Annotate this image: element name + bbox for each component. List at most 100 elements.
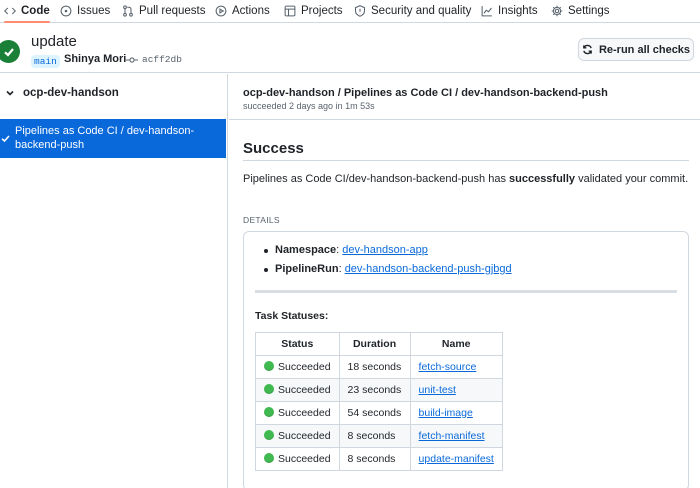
name-cell: fetch-source: [409, 355, 503, 379]
tab-label: Security and quality: [371, 5, 472, 17]
result-title: Success: [243, 140, 304, 157]
graph-icon: [481, 6, 492, 17]
result-summary: Pipelines as Code CI/dev-handson-backend…: [243, 173, 688, 185]
status-text: Succeeded: [278, 361, 331, 373]
tab-projects[interactable]: Projects: [284, 0, 343, 22]
rerun-label: Re-run all checks: [598, 43, 691, 56]
issue-opened-icon: [60, 5, 72, 17]
task-link[interactable]: unit-test: [419, 384, 456, 396]
duration-cell: 23 seconds: [338, 378, 411, 402]
table-row: Succeeded 54 seconds build-image: [255, 401, 503, 425]
pipelinerun-label: PipelineRun: [275, 263, 339, 275]
details-heading: DETAILS: [243, 215, 280, 225]
success-dot-icon: [264, 361, 274, 371]
column-header-duration: Duration: [338, 332, 411, 356]
namespace-link[interactable]: dev-handson-app: [342, 244, 428, 256]
tab-pull-requests[interactable]: Pull requests: [122, 0, 205, 22]
tab-actions[interactable]: Actions: [215, 0, 270, 22]
shield-icon: [354, 5, 366, 17]
name-cell: update-manifest: [409, 447, 503, 471]
check-run-path: ocp-dev-handson / Pipelines as Code CI /…: [243, 87, 608, 99]
branch-badge[interactable]: main: [31, 55, 60, 68]
duration-cell: 8 seconds: [338, 424, 411, 448]
status-text: Succeeded: [278, 430, 331, 442]
status-cell: Succeeded: [255, 378, 340, 402]
repo-nav: Code Issues Pull requests Actions Projec…: [0, 0, 700, 23]
divider: [255, 290, 677, 293]
table-row: Succeeded 8 seconds fetch-manifest: [255, 424, 503, 448]
tab-insights[interactable]: Insights: [481, 0, 538, 22]
check-run-detail: ocp-dev-handson / Pipelines as Code CI /…: [229, 74, 700, 488]
commit-title[interactable]: update: [31, 33, 77, 50]
tab-label: Pull requests: [139, 5, 206, 17]
success-dot-icon: [264, 407, 274, 417]
namespace-label: Namespace: [275, 244, 337, 256]
sidebar-check-run-selected[interactable]: Pipelines as Code CI / dev-handson-backe…: [0, 119, 226, 158]
commit-sha[interactable]: acff2db: [126, 54, 182, 65]
pipelinerun-link[interactable]: dev-handson-backend-push-gjbgd: [345, 263, 512, 275]
status-success-icon: [0, 40, 20, 63]
list-item: PipelineRun: dev-handson-backend-push-gj…: [261, 260, 512, 279]
name-cell: build-image: [409, 401, 503, 425]
tab-label: Projects: [301, 5, 343, 17]
duration-cell: 18 seconds: [338, 355, 411, 379]
status-cell: Succeeded: [255, 355, 340, 379]
name-cell: fetch-manifest: [409, 424, 503, 448]
status-cell: Succeeded: [255, 424, 340, 448]
tab-label: Actions: [232, 5, 270, 17]
code-icon: [4, 7, 16, 15]
table-header-row: Status Duration Name: [255, 332, 503, 356]
gear-icon: [551, 5, 563, 17]
task-link[interactable]: build-image: [419, 407, 473, 419]
rerun-all-checks-button[interactable]: Re-run all checks: [578, 38, 694, 61]
commit-sha-text: acff2db: [142, 54, 182, 65]
table-row: Succeeded 8 seconds update-manifest: [255, 447, 503, 471]
task-link[interactable]: fetch-source: [419, 361, 477, 373]
summary-bold: successfully: [509, 173, 576, 185]
success-dot-icon: [264, 453, 274, 463]
summary-prefix: Pipelines as Code CI/dev-handson-backend…: [243, 173, 509, 185]
tab-settings[interactable]: Settings: [551, 0, 610, 22]
task-link[interactable]: fetch-manifest: [419, 430, 485, 442]
chevron-down-icon: [6, 90, 14, 96]
tab-label: Code: [21, 5, 50, 17]
divider: [229, 119, 700, 120]
git-pull-request-icon: [123, 5, 133, 17]
task-link[interactable]: update-manifest: [419, 453, 494, 465]
check-run-header: update main Shinya Mori acff2db Re-run a…: [0, 23, 700, 73]
check-run-label: Pipelines as Code CI / dev-handson-backe…: [15, 125, 195, 151]
status-cell: Succeeded: [255, 447, 340, 471]
commit-author[interactable]: Shinya Mori: [64, 53, 126, 65]
table-icon: [284, 5, 296, 17]
task-status-table: Status Duration Name Succeeded 18 second…: [255, 332, 503, 471]
status-text: Succeeded: [278, 384, 331, 396]
task-statuses-title: Task Statuses:: [255, 310, 329, 322]
check-suite-name: ocp-dev-handson: [23, 87, 119, 99]
success-dot-icon: [264, 430, 274, 440]
status-cell: Succeeded: [255, 401, 340, 425]
success-dot-icon: [264, 384, 274, 394]
check-suite-toggle[interactable]: ocp-dev-handson: [0, 87, 119, 99]
summary-suffix: validated your commit.: [575, 173, 689, 185]
table-row: Succeeded 23 seconds unit-test: [255, 378, 503, 402]
column-header-name: Name: [409, 332, 503, 356]
details-box: Namespace: dev-handson-app PipelineRun: …: [243, 231, 689, 488]
duration-cell: 8 seconds: [338, 447, 411, 471]
tab-code[interactable]: Code: [4, 0, 50, 23]
check-icon: [1, 133, 10, 143]
tab-label: Settings: [568, 5, 610, 17]
column-header-status: Status: [255, 332, 340, 356]
status-text: Succeeded: [278, 453, 331, 465]
play-icon: [215, 5, 227, 17]
table-row: Succeeded 18 seconds fetch-source: [255, 355, 503, 379]
tab-label: Issues: [77, 5, 111, 17]
git-commit-icon: [126, 56, 138, 63]
list-item: Namespace: dev-handson-app: [261, 241, 512, 260]
divider: [243, 160, 689, 161]
name-cell: unit-test: [409, 378, 503, 402]
tab-security[interactable]: Security and quality: [354, 0, 471, 22]
check-run-meta: succeeded 2 days ago in 1m 53s: [243, 101, 375, 111]
duration-cell: 54 seconds: [338, 401, 411, 425]
details-list: Namespace: dev-handson-app PipelineRun: …: [261, 241, 512, 279]
tab-issues[interactable]: Issues: [60, 0, 110, 22]
